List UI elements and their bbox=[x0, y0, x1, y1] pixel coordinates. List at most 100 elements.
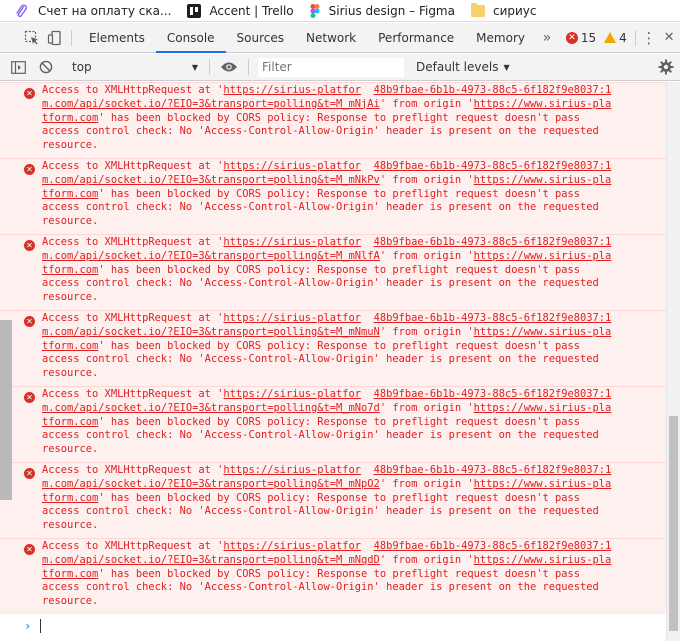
scrollbar-thumb[interactable] bbox=[669, 416, 678, 631]
message-resource: resource. bbox=[42, 595, 99, 608]
source-location-link[interactable]: 48b9fbae-6b1b-4973-88c5-6f182f9e8037:1 bbox=[374, 312, 612, 324]
origin-url-link[interactable]: https://www.sirius-pla bbox=[474, 250, 612, 262]
device-toolbar-icon[interactable] bbox=[44, 23, 68, 53]
kebab-menu-icon[interactable]: ⋮ bbox=[640, 23, 659, 53]
origin-url-link[interactable]: tform.com bbox=[42, 340, 98, 352]
console-error-message[interactable]: ✕ Access to XMLHttpRequest at 'https://si… bbox=[0, 158, 666, 234]
text-cursor bbox=[40, 619, 41, 633]
bookmark-trello[interactable]: Accent | Trello bbox=[187, 0, 294, 22]
error-icon: ✕ bbox=[24, 316, 35, 327]
tab-sources[interactable]: Sources bbox=[226, 23, 295, 53]
message-from-origin: ' from origin ' bbox=[379, 477, 474, 490]
request-url-link[interactable]: m.com/api/socket.io/?EIO=3&transport=pol… bbox=[42, 174, 380, 186]
message-resource: resource. bbox=[42, 291, 99, 304]
origin-url-link[interactable]: tform.com bbox=[42, 492, 98, 504]
console-error-message[interactable]: ✕ Access to XMLHttpRequest at 'https://si… bbox=[0, 538, 666, 614]
toggle-sidebar-icon[interactable] bbox=[4, 54, 32, 81]
message-detail: access control check: No 'Access-Control… bbox=[42, 429, 599, 442]
request-url-link[interactable]: m.com/api/socket.io/?EIO=3&transport=pol… bbox=[42, 402, 380, 414]
bookmarks-bar: Счет на оплату ска... Accent | Trello Si… bbox=[0, 0, 680, 22]
message-prefix: Access to XMLHttpRequest at ' bbox=[42, 540, 224, 552]
devtools-tabbar: Elements Console Sources Network Perform… bbox=[0, 23, 680, 53]
request-url-link[interactable]: m.com/api/socket.io/?EIO=3&transport=pol… bbox=[42, 478, 380, 490]
filter-input[interactable] bbox=[258, 57, 404, 77]
console-error-message[interactable]: ✕ Access to XMLHttpRequest at 'https://si… bbox=[0, 386, 666, 462]
request-url-link[interactable]: https://sirius-platfor bbox=[223, 388, 361, 400]
console-error-message[interactable]: ✕ Access to XMLHttpRequest at 'https://si… bbox=[0, 310, 666, 386]
source-location-link[interactable]: 48b9fbae-6b1b-4973-88c5-6f182f9e8037:1 bbox=[374, 540, 612, 552]
error-icon: ✕ bbox=[24, 544, 35, 555]
message-resource: resource. bbox=[42, 367, 99, 380]
console-error-message[interactable]: ✕ Access to XMLHttpRequest at 'https://si… bbox=[0, 462, 666, 538]
live-expression-eye-icon[interactable] bbox=[215, 54, 243, 81]
origin-url-link[interactable]: tform.com bbox=[42, 112, 98, 124]
console-prompt[interactable]: › bbox=[0, 613, 666, 641]
origin-url-link[interactable]: https://www.sirius-pla bbox=[474, 326, 612, 338]
bookmark-folder-sirius[interactable]: сириус bbox=[470, 0, 537, 22]
console-scrollbar[interactable] bbox=[666, 82, 680, 641]
source-location-link[interactable]: 48b9fbae-6b1b-4973-88c5-6f182f9e8037:1 bbox=[374, 388, 612, 400]
message-detail: access control check: No 'Access-Control… bbox=[42, 581, 599, 594]
request-url-link[interactable]: m.com/api/socket.io/?EIO=3&transport=pol… bbox=[42, 326, 380, 338]
request-url-link[interactable]: m.com/api/socket.io/?EIO=3&transport=pol… bbox=[42, 98, 380, 110]
bookmark-label: сириус bbox=[492, 3, 537, 18]
tab-console[interactable]: Console bbox=[155, 23, 226, 53]
error-icon: ✕ bbox=[24, 392, 35, 403]
source-location-link[interactable]: 48b9fbae-6b1b-4973-88c5-6f182f9e8037:1 bbox=[374, 160, 612, 172]
error-count: 15 bbox=[580, 30, 597, 45]
figma-icon bbox=[310, 3, 320, 18]
console-messages: ✕ Access to XMLHttpRequest at 'https://si… bbox=[0, 82, 666, 641]
message-blocked: ' has been blocked by CORS policy: Respo… bbox=[98, 111, 581, 124]
request-url-link[interactable]: m.com/api/socket.io/?EIO=3&transport=pol… bbox=[42, 554, 380, 566]
origin-url-link[interactable]: tform.com bbox=[42, 264, 98, 276]
request-url-link[interactable]: https://sirius-platfor bbox=[223, 236, 361, 248]
inspect-element-icon[interactable] bbox=[20, 23, 44, 53]
request-url-link[interactable]: https://sirius-platfor bbox=[223, 464, 361, 476]
tab-memory[interactable]: Memory bbox=[465, 23, 536, 53]
error-icon: ✕ bbox=[565, 31, 578, 44]
origin-url-link[interactable]: https://www.sirius-pla bbox=[474, 554, 612, 566]
clear-console-icon[interactable] bbox=[32, 54, 60, 81]
divider bbox=[634, 29, 636, 46]
message-blocked: ' has been blocked by CORS policy: Respo… bbox=[98, 187, 581, 200]
origin-url-link[interactable]: https://www.sirius-pla bbox=[474, 402, 612, 414]
message-detail: access control check: No 'Access-Control… bbox=[42, 201, 599, 214]
bookmark-figma[interactable]: Sirius design – Figma bbox=[310, 0, 455, 22]
more-tabs-button[interactable]: » bbox=[536, 23, 558, 53]
source-location-link[interactable]: 48b9fbae-6b1b-4973-88c5-6f182f9e8037:1 bbox=[374, 464, 612, 476]
tab-performance[interactable]: Performance bbox=[367, 23, 465, 53]
message-detail: access control check: No 'Access-Control… bbox=[42, 353, 599, 366]
console-error-message[interactable]: ✕ Access to XMLHttpRequest at 'https://si… bbox=[0, 234, 666, 310]
divider bbox=[209, 59, 210, 75]
message-prefix: Access to XMLHttpRequest at ' bbox=[42, 312, 224, 324]
page-scrollbar-thumb[interactable] bbox=[0, 320, 12, 500]
origin-url-link[interactable]: tform.com bbox=[42, 416, 98, 428]
request-url-link[interactable]: https://sirius-platfor bbox=[223, 540, 361, 552]
origin-url-link[interactable]: tform.com bbox=[42, 568, 98, 580]
request-url-link[interactable]: https://sirius-platfor bbox=[223, 160, 361, 172]
trello-icon bbox=[187, 3, 202, 18]
context-selector[interactable]: top ▼ bbox=[66, 57, 204, 77]
tab-elements[interactable]: Elements bbox=[78, 23, 156, 53]
error-message-text: Access to XMLHttpRequest at 'https://sir… bbox=[42, 160, 642, 229]
caret-down-icon: ▼ bbox=[503, 62, 510, 72]
prompt-caret-icon: › bbox=[24, 619, 32, 633]
source-location-link[interactable]: 48b9fbae-6b1b-4973-88c5-6f182f9e8037:1 bbox=[374, 84, 612, 96]
origin-url-link[interactable]: tform.com bbox=[42, 188, 98, 200]
request-url-link[interactable]: https://sirius-platfor bbox=[223, 84, 361, 96]
gear-icon[interactable] bbox=[652, 54, 680, 81]
request-url-link[interactable]: m.com/api/socket.io/?EIO=3&transport=pol… bbox=[42, 250, 380, 262]
source-location-link[interactable]: 48b9fbae-6b1b-4973-88c5-6f182f9e8037:1 bbox=[374, 236, 612, 248]
message-from-origin: ' from origin ' bbox=[379, 97, 474, 110]
tab-network[interactable]: Network bbox=[295, 23, 367, 53]
console-error-message[interactable]: ✕ Access to XMLHttpRequest at 'https://si… bbox=[0, 82, 666, 158]
log-levels-dropdown[interactable]: Default levels ▼ bbox=[416, 60, 510, 74]
origin-url-link[interactable]: https://www.sirius-pla bbox=[474, 98, 612, 110]
bookmark-invoice[interactable]: Счет на оплату ска... bbox=[14, 0, 171, 22]
error-counter[interactable]: ✕ 15 4 bbox=[565, 30, 627, 45]
origin-url-link[interactable]: https://www.sirius-pla bbox=[474, 174, 612, 186]
caret-down-icon: ▼ bbox=[191, 62, 198, 72]
request-url-link[interactable]: https://sirius-platfor bbox=[223, 312, 361, 324]
origin-url-link[interactable]: https://www.sirius-pla bbox=[474, 478, 612, 490]
close-devtools-icon[interactable]: ✕ bbox=[658, 23, 680, 53]
